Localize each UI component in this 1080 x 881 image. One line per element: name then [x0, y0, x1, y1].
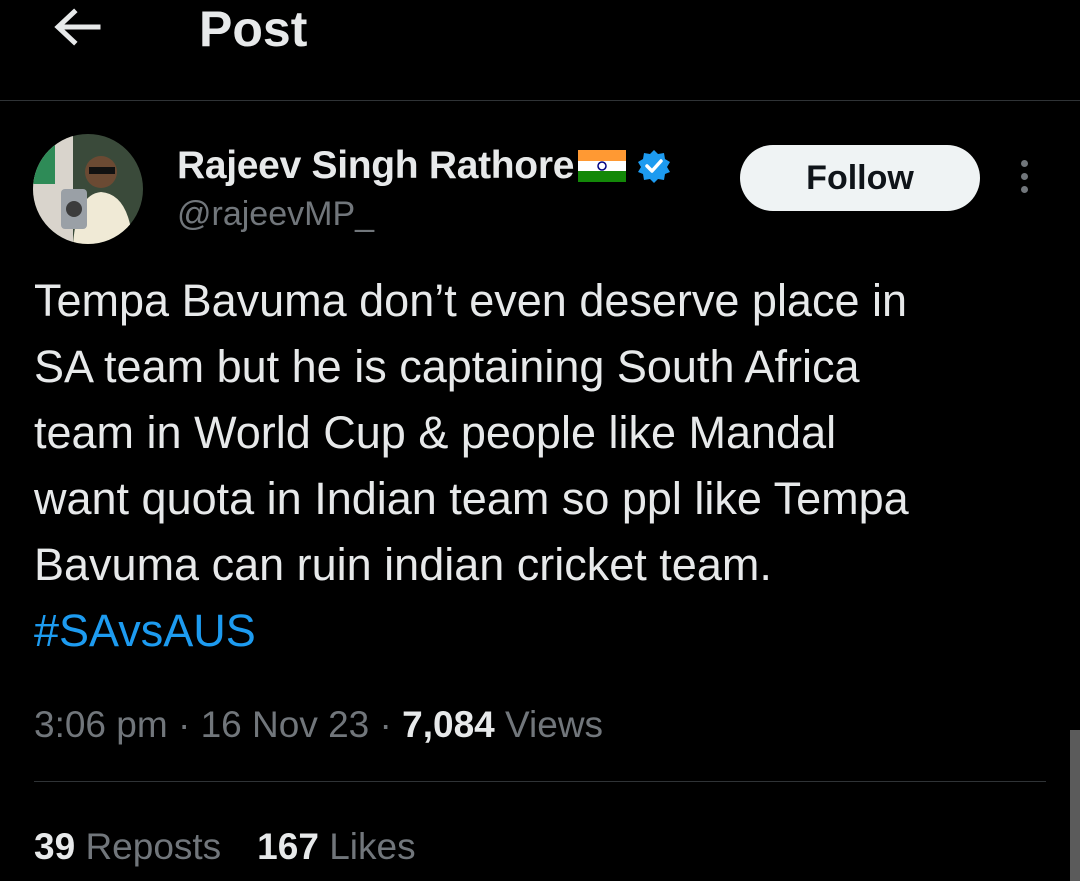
post-date[interactable]: 16 Nov 23 [201, 704, 370, 745]
likes-count: 167 [257, 826, 319, 867]
avatar[interactable] [33, 134, 143, 244]
meta-separator: · [177, 704, 191, 745]
reposts-label: Reposts [85, 826, 222, 867]
reposts-stat[interactable]: 39 Reposts [34, 822, 221, 872]
meta-separator: · [379, 704, 392, 745]
avatar-image [33, 134, 143, 244]
scrollbar[interactable] [1070, 730, 1080, 881]
display-name[interactable]: Rajeev Singh Rathore [177, 144, 574, 188]
post-time[interactable]: 3:06 pm [34, 704, 168, 745]
follow-button[interactable]: Follow [740, 145, 980, 211]
views-label: Views [505, 704, 604, 745]
author-handle[interactable]: @rajeevMP_ [177, 195, 374, 234]
likes-label: Likes [329, 826, 416, 867]
back-button[interactable] [52, 4, 102, 50]
reposts-count: 39 [34, 826, 76, 867]
post-text: Tempa Bavuma don’t even deserve place in… [34, 275, 909, 590]
hashtag-link[interactable]: #SAvsAUS [34, 598, 256, 664]
divider [34, 781, 1046, 782]
more-vertical-icon[interactable] [1010, 160, 1038, 200]
likes-stat[interactable]: 167 Likes [257, 822, 415, 872]
india-flag-icon [578, 150, 627, 182]
top-bar: Post [0, 0, 1080, 101]
arrow-left-icon [54, 8, 101, 46]
views-count: 7,084 [402, 704, 495, 745]
page-title: Post [199, 1, 308, 57]
author-name-row[interactable]: Rajeev Singh Rathore [177, 142, 672, 190]
verified-badge-icon[interactable] [636, 148, 672, 184]
engagement-stats: 39 Reposts 167 Likes [34, 822, 452, 872]
post-meta: 3:06 pm · 16 Nov 23 · 7,084 Views [34, 698, 603, 752]
